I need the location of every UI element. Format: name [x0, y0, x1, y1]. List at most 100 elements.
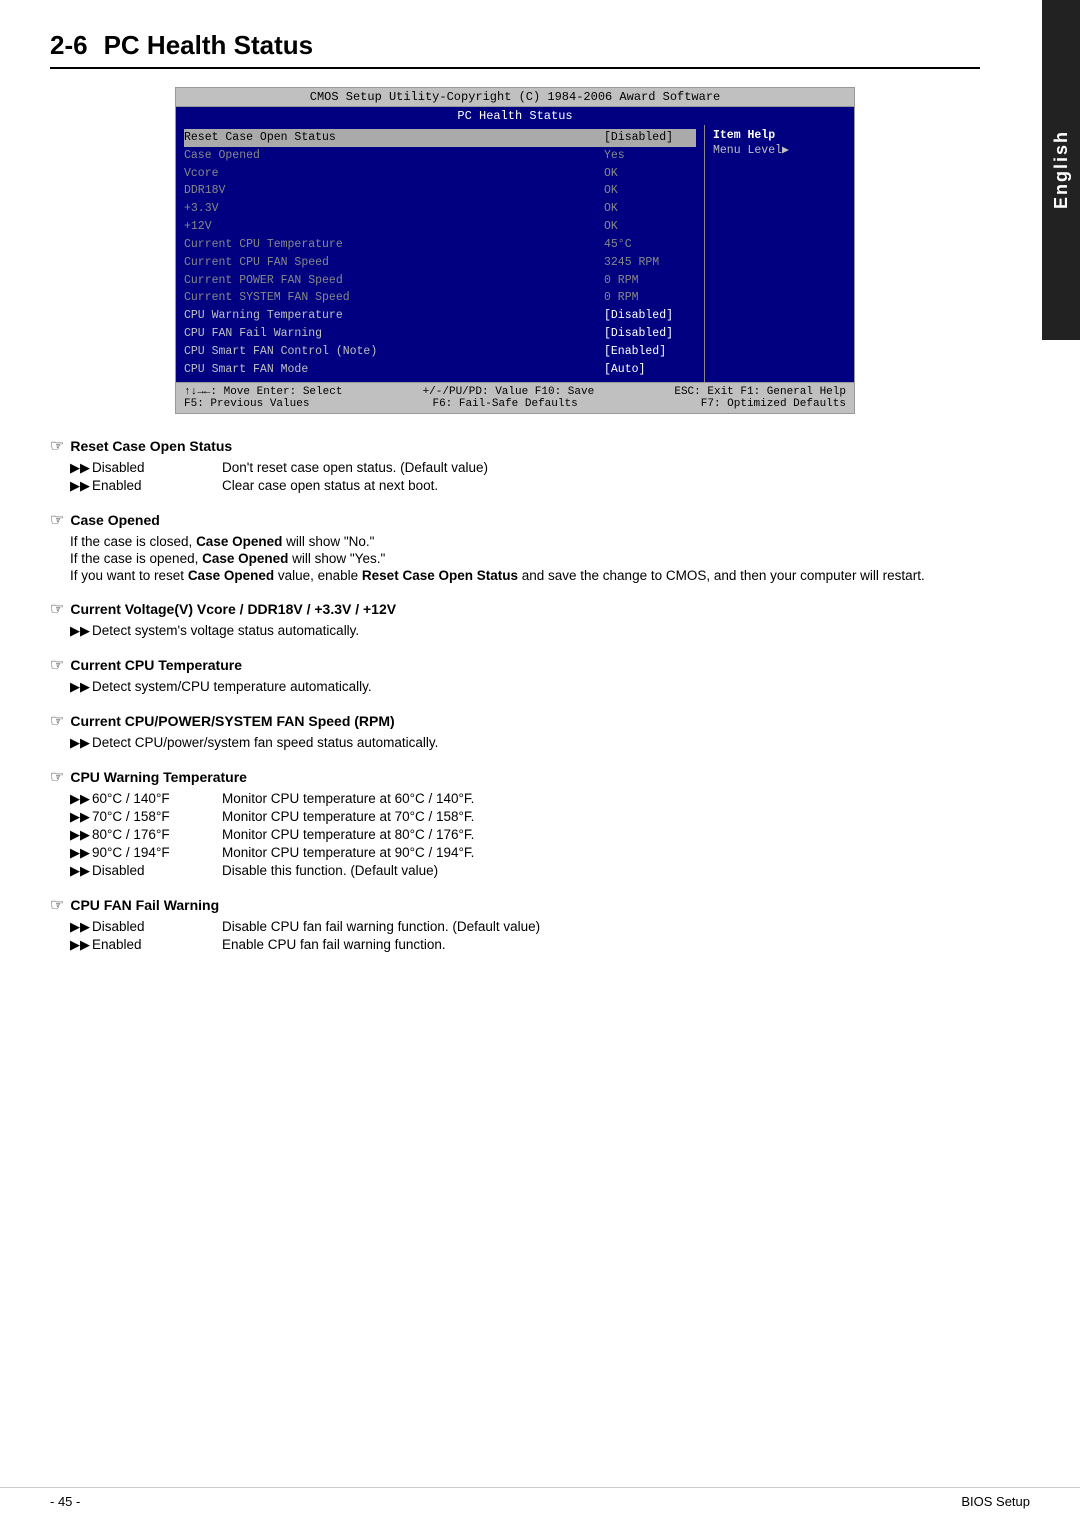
bios-row-label: Current CPU FAN Speed	[184, 254, 329, 272]
section-block-cpu-warning-temperature: ☞CPU Warning Temperature▶▶60°C / 140°FMo…	[50, 767, 980, 879]
bullet-arrow-icon: ▶▶	[70, 460, 92, 476]
bullet-arrow-icon: ▶▶	[70, 791, 92, 807]
section-arrow-icon: ☞	[50, 436, 64, 456]
section-title-row: ☞CPU Warning Temperature	[50, 767, 980, 787]
bios-footer-row: F5: Previous ValuesF6: Fail-Safe Default…	[184, 398, 846, 410]
bullet-row: ▶▶70°C / 158°FMonitor CPU temperature at…	[70, 809, 980, 825]
help-text: Menu Level▶	[713, 142, 846, 157]
bios-row-label: Current CPU Temperature	[184, 236, 343, 254]
bullet-desc: Detect system's voltage status automatic…	[92, 623, 359, 639]
bios-row: Current CPU Temperature 45°C	[184, 236, 696, 254]
section-title-row: ☞ Case Opened	[50, 510, 980, 530]
bullet-row: ▶▶DisabledDon't reset case open status. …	[70, 460, 980, 476]
bullet-label: 60°C / 140°F	[92, 791, 222, 807]
bullet-label: Disabled	[92, 919, 222, 935]
bios-row-label: Reset Case Open Status	[184, 129, 336, 147]
page-footer: - 45 - BIOS Setup	[0, 1487, 1080, 1509]
bios-right-panel: Item Help Menu Level▶	[704, 125, 854, 382]
section-para: If the case is opened, Case Opened will …	[70, 551, 980, 566]
bios-row: Vcore OK	[184, 165, 696, 183]
heading-title: PC Health Status	[104, 30, 314, 60]
footer-page-num: - 45 -	[50, 1494, 80, 1509]
bullet-label: 90°C / 194°F	[92, 845, 222, 861]
bios-footer-row: ↑↓→←: Move Enter: Select+/-/PU/PD: Value…	[184, 386, 846, 398]
main-content: 2-6PC Health Status CMOS Setup Utility-C…	[0, 0, 1040, 999]
bullet-arrow-icon: ▶▶	[70, 623, 92, 639]
bullet-row: ▶▶Detect system's voltage status automat…	[70, 623, 980, 639]
bios-row-value: [Enabled]	[596, 343, 696, 361]
bios-row-label: Current SYSTEM FAN Speed	[184, 289, 350, 307]
bullet-arrow-icon: ▶▶	[70, 919, 92, 935]
bios-row: Current SYSTEM FAN Speed 0 RPM	[184, 289, 696, 307]
section-arrow-icon: ☞	[50, 510, 64, 530]
bullet-arrow-icon: ▶▶	[70, 845, 92, 861]
bios-row: CPU Warning Temperature[Disabled]	[184, 307, 696, 325]
bios-row-label: CPU Warning Temperature	[184, 307, 343, 325]
bios-screen: CMOS Setup Utility-Copyright (C) 1984-20…	[175, 87, 855, 414]
bios-row: +3.3VOK	[184, 200, 696, 218]
bios-row-value: [Disabled]	[596, 129, 696, 147]
bios-row-value: Yes	[596, 147, 696, 165]
bios-row-value: 45°C	[596, 236, 696, 254]
bullet-desc: Disable CPU fan fail warning function. (…	[222, 919, 540, 935]
section-body: If the case is closed, Case Opened will …	[70, 534, 980, 583]
bullet-row: ▶▶60°C / 140°FMonitor CPU temperature at…	[70, 791, 980, 807]
bullet-row: ▶▶DisabledDisable this function. (Defaul…	[70, 863, 980, 879]
bullet-desc: Detect CPU/power/system fan speed status…	[92, 735, 438, 751]
bullet-desc: Monitor CPU temperature at 60°C / 140°F.	[222, 791, 474, 807]
section-block-current-voltage: ☞Current Voltage(V) Vcore / DDR18V / +3.…	[50, 599, 980, 639]
section-title: Current Voltage(V) Vcore / DDR18V / +3.3…	[70, 601, 396, 617]
bullet-row: ▶▶80°C / 176°FMonitor CPU temperature at…	[70, 827, 980, 843]
bullet-row: ▶▶Detect CPU/power/system fan speed stat…	[70, 735, 980, 751]
section-arrow-icon: ☞	[50, 655, 64, 675]
section-arrow-icon: ☞	[50, 895, 64, 915]
bullet-row: ▶▶90°C / 194°FMonitor CPU temperature at…	[70, 845, 980, 861]
bullet-label: 80°C / 176°F	[92, 827, 222, 843]
section-title-row: ☞Current CPU Temperature	[50, 655, 980, 675]
sections-container: ☞Reset Case Open Status ▶▶DisabledDon't r…	[50, 436, 980, 953]
bios-row-label: Case Opened	[184, 147, 260, 165]
bullet-row: ▶▶EnabledClear case open status at next …	[70, 478, 980, 494]
bios-row-label: Current POWER FAN Speed	[184, 272, 343, 290]
bullet-desc: Monitor CPU temperature at 90°C / 194°F.	[222, 845, 474, 861]
section-title: Case Opened	[70, 512, 159, 528]
english-label: English	[1051, 130, 1072, 209]
bullet-desc: Enable CPU fan fail warning function.	[222, 937, 446, 953]
section-body: ▶▶Detect system's voltage status automat…	[70, 623, 980, 639]
bullet-arrow-icon: ▶▶	[70, 478, 92, 494]
bios-row-value: OK	[596, 165, 696, 183]
section-title-row: ☞Current Voltage(V) Vcore / DDR18V / +3.…	[50, 599, 980, 619]
section-arrow-icon: ☞	[50, 711, 64, 731]
page-heading: 2-6PC Health Status	[50, 30, 980, 69]
bios-row-value: OK	[596, 218, 696, 236]
section-para: If you want to reset Case Opened value, …	[70, 568, 980, 583]
bios-row: Case Opened Yes	[184, 147, 696, 165]
bios-row: CPU Smart FAN Mode[Auto]	[184, 361, 696, 379]
bullet-arrow-icon: ▶▶	[70, 679, 92, 695]
bullet-row: ▶▶EnabledEnable CPU fan fail warning fun…	[70, 937, 980, 953]
section-title: CPU Warning Temperature	[70, 769, 247, 785]
section-block-case-opened: ☞ Case Opened If the case is closed, Case …	[50, 510, 980, 583]
bios-row: Current POWER FAN Speed0 RPM	[184, 272, 696, 290]
bios-row: Reset Case Open Status [Disabled]	[184, 129, 696, 147]
bullet-label: Disabled	[92, 460, 222, 476]
footer-mid: +/-/PU/PD: Value F10: Save	[423, 386, 595, 398]
section-body: ▶▶DisabledDisable CPU fan fail warning f…	[70, 919, 980, 953]
footer-right-text: BIOS Setup	[961, 1494, 1030, 1509]
bullet-arrow-icon: ▶▶	[70, 735, 92, 751]
bios-row-label: +12V	[184, 218, 212, 236]
section-block-cpu-fan-fail-warning: ☞CPU FAN Fail Warning▶▶DisabledDisable C…	[50, 895, 980, 953]
bios-row-label: CPU FAN Fail Warning	[184, 325, 322, 343]
bios-row: Current CPU FAN Speed3245 RPM	[184, 254, 696, 272]
section-title-row: ☞Current CPU/POWER/SYSTEM FAN Speed (RPM…	[50, 711, 980, 731]
bios-left-panel: Reset Case Open Status[Disabled]Case Ope…	[176, 125, 704, 382]
section-block-current-cpu-temperature: ☞Current CPU Temperature ▶▶Detect system/…	[50, 655, 980, 695]
bullet-desc: Disable this function. (Default value)	[222, 863, 438, 879]
bios-row-value: [Auto]	[596, 361, 696, 379]
bios-row-label: Vcore	[184, 165, 219, 183]
section-title-row: ☞Reset Case Open Status	[50, 436, 980, 456]
bios-row: DDR18VOK	[184, 182, 696, 200]
bios-row-value: 0 RPM	[596, 289, 696, 307]
bios-row-value: [Disabled]	[596, 325, 696, 343]
bullet-desc: Detect system/CPU temperature automatica…	[92, 679, 372, 695]
